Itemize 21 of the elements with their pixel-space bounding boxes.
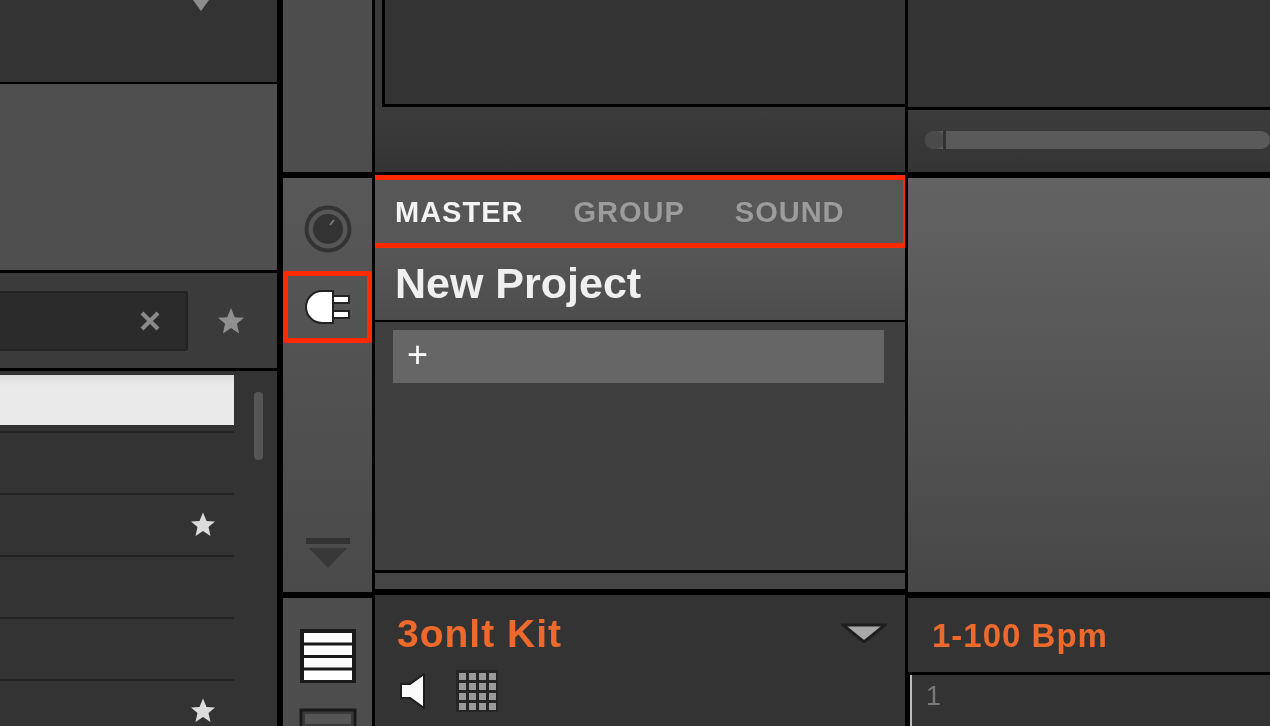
dropdown-arrow-icon[interactable]: [841, 623, 887, 643]
header-tab[interactable]: MASTER: [395, 198, 524, 227]
header-tab[interactable]: SOUND: [734, 198, 845, 227]
timeline-marker: 1: [926, 681, 942, 711]
speaker-icon[interactable]: [400, 673, 426, 709]
favorites-filter-button[interactable]: [217, 307, 245, 334]
clear-icon[interactable]: [139, 309, 161, 332]
plug-button[interactable]: [283, 271, 372, 343]
scrollbar[interactable]: [925, 131, 1270, 149]
caret-icon[interactable]: [193, 0, 209, 11]
pad-grid-icon[interactable]: [456, 670, 498, 712]
star-icon: [217, 307, 245, 334]
star-icon[interactable]: [190, 511, 216, 537]
header-tab[interactable]: GROUP: [573, 198, 685, 227]
search-field[interactable]: [0, 290, 188, 351]
scrollbar[interactable]: [254, 392, 263, 460]
project-name: New Project: [395, 262, 642, 305]
star-icon[interactable]: [190, 697, 216, 723]
group-name[interactable]: 3onlt Kit: [397, 613, 562, 653]
list-icon[interactable]: [298, 628, 357, 684]
add-slot-button[interactable]: +: [393, 330, 884, 383]
